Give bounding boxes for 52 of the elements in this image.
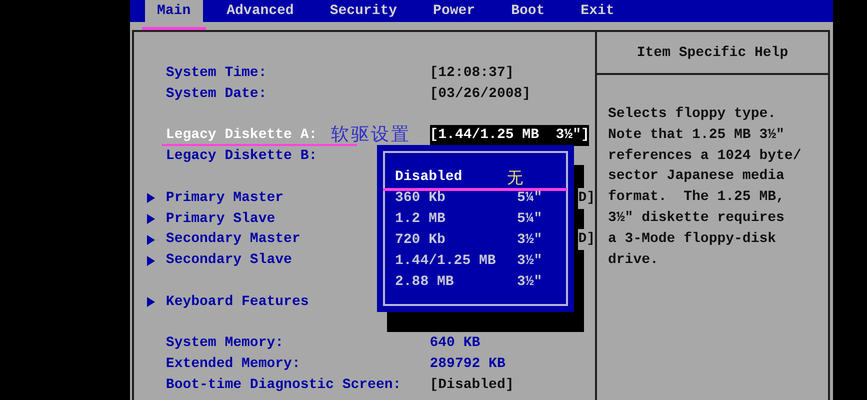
- menu-tab[interactable]: Main: [145, 0, 203, 22]
- setting-label[interactable]: Secondary Slave: [166, 250, 292, 271]
- submenu-arrow-icon: [147, 214, 155, 224]
- help-text: drive.: [608, 250, 660, 270]
- submenu-arrow-icon: [147, 297, 155, 308]
- help-text: format. The 1.25 MB,: [608, 188, 786, 208]
- handwritten-note: 无: [507, 167, 523, 188]
- setting-value: 640 KB: [430, 334, 480, 354]
- option-size: 3½": [517, 273, 542, 292]
- option-item[interactable]: 360 Kb: [395, 188, 505, 209]
- setting-label[interactable]: Extended Memory:: [166, 354, 300, 375]
- submenu-arrow-icon: [147, 256, 155, 266]
- setting-label[interactable]: Secondary Master: [166, 229, 300, 250]
- setting-value: D]: [578, 188, 596, 209]
- setting-value: D]: [578, 229, 596, 250]
- menu-tab[interactable]: Exit: [568, 0, 626, 22]
- option-size: 3½": [517, 231, 542, 250]
- setting-value: [1.44/1.25 MB 3½"]: [430, 125, 590, 146]
- option-size: 5¼": [517, 189, 542, 208]
- option-item[interactable]: 2.88 MB: [395, 272, 505, 293]
- setting-label[interactable]: Keyboard Features: [166, 292, 309, 313]
- help-title: Item Specific Help: [636, 44, 788, 60]
- menu-tab[interactable]: Security: [318, 0, 410, 22]
- menu-tab[interactable]: Boot: [499, 0, 557, 22]
- menu-tab[interactable]: Power: [421, 0, 488, 22]
- option-item[interactable]: 720 Kb: [395, 230, 505, 251]
- option-item[interactable]: Disabled: [395, 167, 505, 188]
- option-size: 3½": [517, 252, 542, 271]
- setting-value: [Disabled]: [430, 376, 514, 395]
- submenu-arrow-icon: [147, 193, 155, 204]
- setting-label[interactable]: Legacy Diskette B:: [166, 146, 318, 167]
- setting-value: [12:08:37]: [430, 64, 514, 83]
- handwritten-note: 软驱设置: [331, 125, 412, 146]
- help-text: references a 1024 byte/: [608, 146, 802, 166]
- help-text: Selects floppy type.: [608, 105, 778, 124]
- help-text: a 3-Mode floppy-disk: [608, 230, 778, 249]
- option-item[interactable]: 1.2 MB: [395, 209, 505, 230]
- setting-label[interactable]: System Time:: [166, 63, 267, 84]
- setting-label[interactable]: System Memory:: [166, 333, 284, 354]
- setting-value: 289792 KB: [430, 355, 506, 374]
- setting-label[interactable]: Primary Master: [166, 188, 284, 209]
- help-text: Note that 1.25 MB 3½": [608, 126, 786, 145]
- setting-label[interactable]: Primary Slave: [166, 208, 276, 230]
- help-text: sector Japanese media: [608, 167, 786, 186]
- help-text: 3½" diskette requires: [608, 208, 786, 228]
- option-item[interactable]: 1.44/1.25 MB: [395, 251, 505, 272]
- option-size: 5¼": [517, 210, 542, 229]
- submenu-arrow-icon: [147, 234, 155, 245]
- setting-label[interactable]: Boot-time Diagnostic Screen:: [166, 374, 402, 396]
- setting-label[interactable]: System Date:: [166, 84, 267, 105]
- menu-tab[interactable]: Advanced: [214, 0, 306, 22]
- setting-value: [03/26/2008]: [430, 84, 531, 104]
